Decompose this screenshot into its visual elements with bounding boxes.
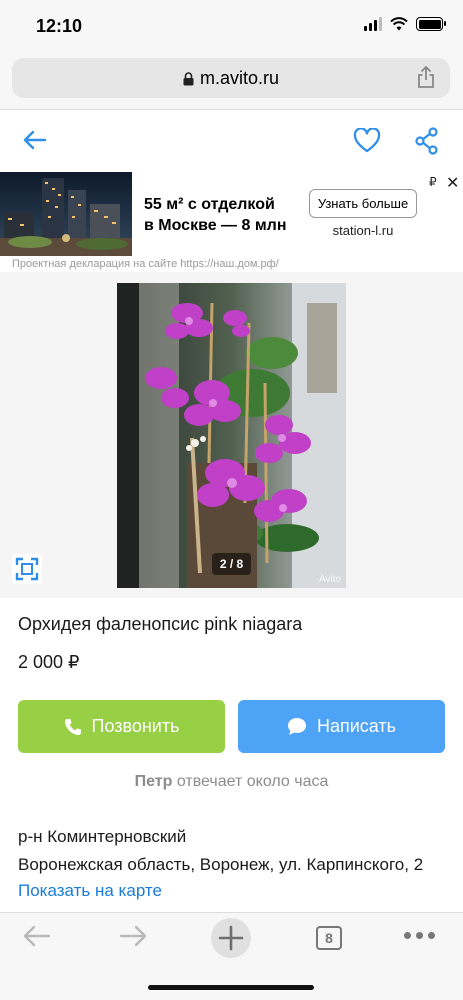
browser-back-icon[interactable] xyxy=(22,923,52,949)
fullscreen-button[interactable] xyxy=(12,554,42,584)
seller-info: Петр отвечает около часа xyxy=(0,773,463,791)
battery-icon xyxy=(416,17,446,31)
avito-watermark: Avito xyxy=(318,574,341,585)
call-button-label: Позвонить xyxy=(91,716,180,736)
favorite-heart-icon[interactable] xyxy=(353,128,381,154)
back-arrow-icon[interactable] xyxy=(22,128,48,152)
more-menu-icon[interactable] xyxy=(404,932,435,939)
listing-photo[interactable]: 2 / 8 Avito xyxy=(117,283,346,588)
new-tab-button[interactable] xyxy=(211,918,251,958)
listing-price: 2 000 ₽ xyxy=(18,652,80,672)
browser-forward-icon[interactable] xyxy=(118,923,148,949)
ad-learn-more-button[interactable]: Узнать больше xyxy=(309,189,417,218)
plus-icon xyxy=(218,925,244,951)
ad-disclaimer: Проектная декларация на сайте https://на… xyxy=(12,258,279,270)
seller-response-time: отвечает около часа xyxy=(176,773,329,790)
show-on-map-link[interactable]: Показать на карте xyxy=(18,881,162,901)
chat-bubble-icon xyxy=(287,718,306,735)
ad-currency-badge: ₽ xyxy=(429,175,437,189)
browser-share-icon[interactable] xyxy=(416,65,436,89)
tabs-count-button[interactable]: 8 xyxy=(316,926,342,950)
url-display[interactable]: m.avito.ru xyxy=(12,68,450,89)
ad-banner[interactable]: 55 м² с отделкой в Москве — 8 млн Узнать… xyxy=(0,172,463,256)
fullscreen-icon xyxy=(15,557,39,581)
listing-app-bar xyxy=(0,110,463,172)
cellular-signal-icon xyxy=(364,17,382,31)
address-bar[interactable]: m.avito.ru xyxy=(12,58,450,98)
home-indicator[interactable] xyxy=(148,985,314,990)
phone-icon xyxy=(64,718,81,735)
browser-address-area: m.avito.ru xyxy=(0,52,463,110)
status-bar: 12:10 xyxy=(0,0,463,52)
call-button[interactable]: Позвонить xyxy=(18,700,225,753)
ad-headline-line2: в Москве — 8 млн xyxy=(144,217,287,234)
seller-name[interactable]: Петр xyxy=(135,773,173,790)
message-button-label: Написать xyxy=(316,716,397,736)
ad-close-icon[interactable]: ✕ xyxy=(446,173,459,193)
photo-gallery[interactable]: 2 / 8 Avito xyxy=(0,272,463,598)
lock-icon xyxy=(183,72,194,86)
listing-address: Воронежская область, Воронеж, ул. Карпин… xyxy=(18,855,424,874)
photo-counter: 2 / 8 xyxy=(212,553,251,575)
share-icon[interactable] xyxy=(414,127,440,155)
listing-district: р-н Коминтерновский xyxy=(18,827,187,846)
ad-headline[interactable]: 55 м² с отделкой в Москве — 8 млн xyxy=(144,194,304,236)
message-button[interactable]: Написать xyxy=(238,700,445,753)
status-icons xyxy=(364,17,446,31)
status-time: 12:10 xyxy=(36,16,83,36)
ad-image[interactable] xyxy=(0,172,132,256)
url-text: m.avito.ru xyxy=(199,68,280,88)
ad-headline-line1: 55 м² с отделкой xyxy=(144,196,275,213)
ad-domain[interactable]: station-l.ru xyxy=(309,223,417,238)
wifi-icon xyxy=(390,17,408,31)
listing-title: Орхидея фаленопсис pink niagara xyxy=(18,614,303,634)
